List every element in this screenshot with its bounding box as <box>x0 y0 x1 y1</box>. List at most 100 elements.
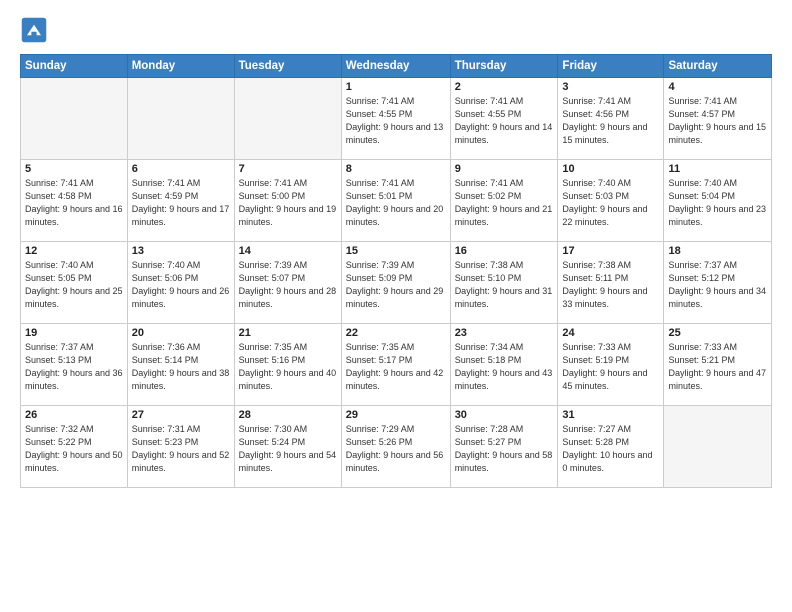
day-info: Sunrise: 7:35 AM Sunset: 5:17 PM Dayligh… <box>346 341 446 393</box>
day-info: Sunrise: 7:41 AM Sunset: 5:00 PM Dayligh… <box>239 177 337 229</box>
week-row-0: 1Sunrise: 7:41 AM Sunset: 4:55 PM Daylig… <box>21 78 772 160</box>
calendar-cell: 2Sunrise: 7:41 AM Sunset: 4:55 PM Daylig… <box>450 78 558 160</box>
calendar-cell: 6 Sunrise: 7:41 AM Sunset: 4:59 PM Daylig… <box>127 160 234 242</box>
day-info: Sunrise: 7:41 AM Sunset: 5:01 PM Dayligh… <box>346 177 446 229</box>
calendar-cell <box>234 78 341 160</box>
day-info: Sunrise: 7:29 AM Sunset: 5:26 PM Dayligh… <box>346 423 446 475</box>
day-info: Sunrise: 7:37 AM Sunset: 5:12 PM Dayligh… <box>668 259 767 311</box>
day-number: 11 <box>668 163 767 175</box>
calendar-cell: 28 Sunrise: 7:30 AM Sunset: 5:24 PM Dayli… <box>234 406 341 488</box>
calendar-cell <box>21 78 128 160</box>
day-number: 12 <box>25 245 123 257</box>
calendar-cell: 8 Sunrise: 7:41 AM Sunset: 5:01 PM Daylig… <box>341 160 450 242</box>
day-info: Sunrise: 7:40 AM Sunset: 5:05 PM Dayligh… <box>25 259 123 311</box>
day-number: 16 <box>455 245 554 257</box>
calendar-cell: 14 Sunrise: 7:39 AM Sunset: 5:07 PM Dayli… <box>234 242 341 324</box>
day-number: 5 <box>25 163 123 175</box>
day-info: Sunrise: 7:33 AM Sunset: 5:19 PM Dayligh… <box>562 341 659 393</box>
day-info: Sunrise: 7:31 AM Sunset: 5:23 PM Dayligh… <box>132 423 230 475</box>
day-number: 28 <box>239 409 337 421</box>
calendar-cell: 20 Sunrise: 7:36 AM Sunset: 5:14 PM Dayli… <box>127 324 234 406</box>
day-info: Sunrise: 7:27 AM Sunset: 5:28 PM Dayligh… <box>562 423 659 475</box>
day-number: 15 <box>346 245 446 257</box>
day-number: 26 <box>25 409 123 421</box>
weekday-header-wednesday: Wednesday <box>341 55 450 78</box>
calendar-cell: 7 Sunrise: 7:41 AM Sunset: 5:00 PM Daylig… <box>234 160 341 242</box>
weekday-header-thursday: Thursday <box>450 55 558 78</box>
day-number: 21 <box>239 327 337 339</box>
calendar-cell: 5 Sunrise: 7:41 AM Sunset: 4:58 PM Daylig… <box>21 160 128 242</box>
calendar-cell <box>664 406 772 488</box>
weekday-header-tuesday: Tuesday <box>234 55 341 78</box>
calendar-cell: 9 Sunrise: 7:41 AM Sunset: 5:02 PM Daylig… <box>450 160 558 242</box>
week-row-4: 26Sunrise: 7:32 AM Sunset: 5:22 PM Dayli… <box>21 406 772 488</box>
day-info: Sunrise: 7:36 AM Sunset: 5:14 PM Dayligh… <box>132 341 230 393</box>
day-number: 20 <box>132 327 230 339</box>
weekday-header-sunday: Sunday <box>21 55 128 78</box>
day-number: 9 <box>455 163 554 175</box>
day-info: Sunrise: 7:41 AM Sunset: 4:57 PM Dayligh… <box>668 95 767 147</box>
week-row-1: 5 Sunrise: 7:41 AM Sunset: 4:58 PM Daylig… <box>21 160 772 242</box>
logo <box>20 16 52 44</box>
day-info: Sunrise: 7:40 AM Sunset: 5:04 PM Dayligh… <box>668 177 767 229</box>
calendar-cell: 22 Sunrise: 7:35 AM Sunset: 5:17 PM Dayli… <box>341 324 450 406</box>
calendar-cell: 15Sunrise: 7:39 AM Sunset: 5:09 PM Dayli… <box>341 242 450 324</box>
day-info: Sunrise: 7:39 AM Sunset: 5:07 PM Dayligh… <box>239 259 337 311</box>
day-info: Sunrise: 7:41 AM Sunset: 4:55 PM Dayligh… <box>346 95 446 147</box>
calendar-cell: 4 Sunrise: 7:41 AM Sunset: 4:57 PM Daylig… <box>664 78 772 160</box>
calendar-cell: 25 Sunrise: 7:33 AM Sunset: 5:21 PM Dayli… <box>664 324 772 406</box>
calendar-cell: 27 Sunrise: 7:31 AM Sunset: 5:23 PM Dayli… <box>127 406 234 488</box>
logo-icon <box>20 16 48 44</box>
day-info: Sunrise: 7:41 AM Sunset: 4:59 PM Dayligh… <box>132 177 230 229</box>
day-info: Sunrise: 7:41 AM Sunset: 4:56 PM Dayligh… <box>562 95 659 147</box>
calendar-cell <box>127 78 234 160</box>
day-number: 14 <box>239 245 337 257</box>
day-number: 27 <box>132 409 230 421</box>
day-number: 6 <box>132 163 230 175</box>
weekday-header-friday: Friday <box>558 55 664 78</box>
header <box>20 16 772 44</box>
calendar-cell: 17Sunrise: 7:38 AM Sunset: 5:11 PM Dayli… <box>558 242 664 324</box>
day-info: Sunrise: 7:38 AM Sunset: 5:10 PM Dayligh… <box>455 259 554 311</box>
day-number: 22 <box>346 327 446 339</box>
day-number: 31 <box>562 409 659 421</box>
calendar-cell: 19Sunrise: 7:37 AM Sunset: 5:13 PM Dayli… <box>21 324 128 406</box>
day-info: Sunrise: 7:40 AM Sunset: 5:06 PM Dayligh… <box>132 259 230 311</box>
day-number: 4 <box>668 81 767 93</box>
calendar: SundayMondayTuesdayWednesdayThursdayFrid… <box>20 54 772 488</box>
day-number: 10 <box>562 163 659 175</box>
calendar-cell: 3 Sunrise: 7:41 AM Sunset: 4:56 PM Daylig… <box>558 78 664 160</box>
day-number: 19 <box>25 327 123 339</box>
day-info: Sunrise: 7:41 AM Sunset: 4:58 PM Dayligh… <box>25 177 123 229</box>
week-row-2: 12 Sunrise: 7:40 AM Sunset: 5:05 PM Dayli… <box>21 242 772 324</box>
day-number: 8 <box>346 163 446 175</box>
calendar-cell: 13Sunrise: 7:40 AM Sunset: 5:06 PM Dayli… <box>127 242 234 324</box>
calendar-cell: 24 Sunrise: 7:33 AM Sunset: 5:19 PM Dayli… <box>558 324 664 406</box>
day-number: 17 <box>562 245 659 257</box>
page: SundayMondayTuesdayWednesdayThursdayFrid… <box>0 0 792 612</box>
day-number: 25 <box>668 327 767 339</box>
week-row-3: 19Sunrise: 7:37 AM Sunset: 5:13 PM Dayli… <box>21 324 772 406</box>
calendar-cell: 26Sunrise: 7:32 AM Sunset: 5:22 PM Dayli… <box>21 406 128 488</box>
day-number: 18 <box>668 245 767 257</box>
calendar-cell: 21 Sunrise: 7:35 AM Sunset: 5:16 PM Dayli… <box>234 324 341 406</box>
calendar-cell: 30Sunrise: 7:28 AM Sunset: 5:27 PM Dayli… <box>450 406 558 488</box>
day-number: 7 <box>239 163 337 175</box>
calendar-cell: 31 Sunrise: 7:27 AM Sunset: 5:28 PM Dayli… <box>558 406 664 488</box>
weekday-header-saturday: Saturday <box>664 55 772 78</box>
day-info: Sunrise: 7:30 AM Sunset: 5:24 PM Dayligh… <box>239 423 337 475</box>
day-number: 23 <box>455 327 554 339</box>
day-info: Sunrise: 7:41 AM Sunset: 4:55 PM Dayligh… <box>455 95 554 147</box>
day-info: Sunrise: 7:33 AM Sunset: 5:21 PM Dayligh… <box>668 341 767 393</box>
calendar-cell: 1Sunrise: 7:41 AM Sunset: 4:55 PM Daylig… <box>341 78 450 160</box>
calendar-cell: 10Sunrise: 7:40 AM Sunset: 5:03 PM Dayli… <box>558 160 664 242</box>
calendar-cell: 29 Sunrise: 7:29 AM Sunset: 5:26 PM Dayli… <box>341 406 450 488</box>
calendar-cell: 16 Sunrise: 7:38 AM Sunset: 5:10 PM Dayli… <box>450 242 558 324</box>
day-number: 29 <box>346 409 446 421</box>
calendar-cell: 11 Sunrise: 7:40 AM Sunset: 5:04 PM Dayli… <box>664 160 772 242</box>
day-number: 24 <box>562 327 659 339</box>
day-info: Sunrise: 7:41 AM Sunset: 5:02 PM Dayligh… <box>455 177 554 229</box>
calendar-cell: 18 Sunrise: 7:37 AM Sunset: 5:12 PM Dayli… <box>664 242 772 324</box>
day-number: 3 <box>562 81 659 93</box>
day-info: Sunrise: 7:35 AM Sunset: 5:16 PM Dayligh… <box>239 341 337 393</box>
